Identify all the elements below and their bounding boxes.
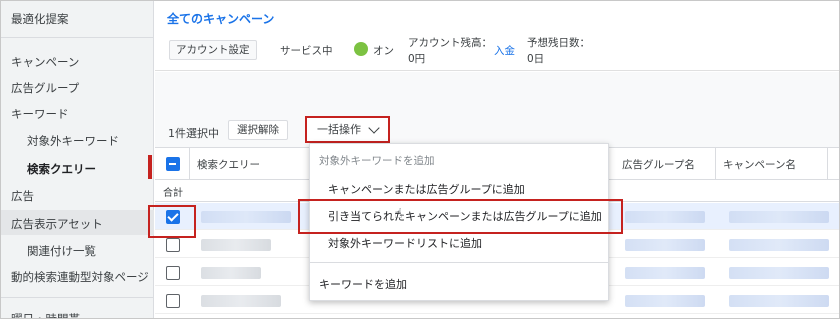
balance-label: アカウント残高： [408, 37, 492, 49]
row-checkbox[interactable] [166, 294, 180, 308]
menu-section-header: 対象外キーワードを追加 [319, 155, 435, 167]
menu-item-highlight [298, 199, 623, 234]
balance-value: 0円 [408, 53, 426, 65]
sidebar-item-search-queries[interactable]: 検索クエリー [27, 161, 96, 177]
service-label: サービス中 [280, 45, 333, 57]
sidebar-item-recommendations[interactable]: 最適化提案 [11, 11, 69, 27]
redacted-ad-group [625, 211, 705, 223]
column-divider [715, 148, 716, 180]
row-checkbox[interactable] [166, 238, 180, 252]
sidebar-item-ad-assets[interactable]: 広告表示アセット [11, 216, 103, 232]
status-text: オン [373, 45, 394, 57]
app-window: 最適化提案 キャンペーン 広告グループ キーワード 対象外キーワード 検索クエリ… [0, 0, 840, 319]
total-label: 合計 [163, 188, 183, 199]
column-header-ad-group[interactable]: 広告グループ名 [622, 157, 695, 172]
sidebar-divider [1, 37, 154, 38]
account-settings-button[interactable]: アカウント設定 [169, 40, 257, 60]
days-label: 予想残日数： [527, 37, 590, 49]
redacted-query [201, 211, 291, 223]
menu-item-add-to-campaign-or-ad-group[interactable]: キャンペーンまたは広告グループに追加 [328, 181, 525, 197]
column-header-search-query[interactable]: 検索クエリー [197, 157, 260, 172]
bulk-action-menu: 対象外キーワードを追加 キャンペーンまたは広告グループに追加 引き当てられたキャ… [298, 143, 623, 301]
redacted-campaign [729, 211, 829, 223]
select-all-checkbox[interactable] [166, 157, 180, 171]
deposit-link[interactable]: 入金 [494, 43, 515, 58]
redacted-campaign [729, 267, 829, 279]
page-title[interactable]: 全てのキャンペーン [167, 10, 274, 27]
sidebar-item-ads[interactable]: 広告 [11, 188, 34, 204]
column-divider [827, 148, 828, 180]
sidebar-item-ad-groups[interactable]: 広告グループ [11, 80, 79, 96]
column-header-campaign[interactable]: キャンペーン名 [723, 157, 796, 172]
redacted-campaign [729, 239, 829, 251]
redacted-query [201, 267, 261, 279]
sidebar-item-schedule[interactable]: 曜日・時間帯 [11, 311, 80, 318]
redacted-ad-group [625, 239, 705, 251]
sidebar-item-negative-keywords[interactable]: 対象外キーワード [27, 133, 119, 149]
redacted-ad-group [625, 295, 705, 307]
active-indicator [148, 155, 152, 179]
redacted-campaign [729, 295, 829, 307]
bulk-action-label: 一括操作 [317, 123, 361, 136]
redacted-ad-group [625, 267, 705, 279]
checkbox-highlight [148, 205, 196, 238]
page-header: 全てのキャンペーン アカウント設定 サービス中 オン アカウント残高： 0円 入… [155, 1, 839, 71]
sidebar-item-keywords[interactable]: キーワード [11, 106, 69, 122]
redacted-query [201, 295, 281, 307]
column-divider [189, 148, 190, 180]
selected-count: 1件選択中 [168, 127, 219, 140]
row-checkbox[interactable] [166, 266, 180, 280]
sidebar-item-campaigns[interactable]: キャンペーン [11, 54, 79, 70]
bulk-action-button[interactable]: 一括操作 [305, 116, 390, 143]
sidebar-divider [1, 297, 154, 298]
status-on-icon [354, 42, 368, 56]
sidebar-item-associations[interactable]: 関連付け一覧 [27, 243, 96, 259]
days-value: 0日 [527, 53, 545, 65]
sidebar: 最適化提案 キャンペーン 広告グループ キーワード 対象外キーワード 検索クエリ… [1, 1, 154, 318]
chevron-down-icon [368, 122, 380, 134]
deselect-button[interactable]: 選択解除 [228, 120, 288, 140]
menu-item-add-to-negative-keyword-list[interactable]: 対象外キーワードリストに追加 [328, 235, 482, 251]
sidebar-item-dynamic-search-pages[interactable]: 動的検索連動型対象ページ [11, 269, 149, 285]
menu-divider [310, 262, 608, 263]
hand-cursor-icon: ☝ [394, 206, 403, 222]
redacted-query [201, 239, 271, 251]
menu-item-add-keyword[interactable]: キーワードを追加 [319, 276, 407, 292]
